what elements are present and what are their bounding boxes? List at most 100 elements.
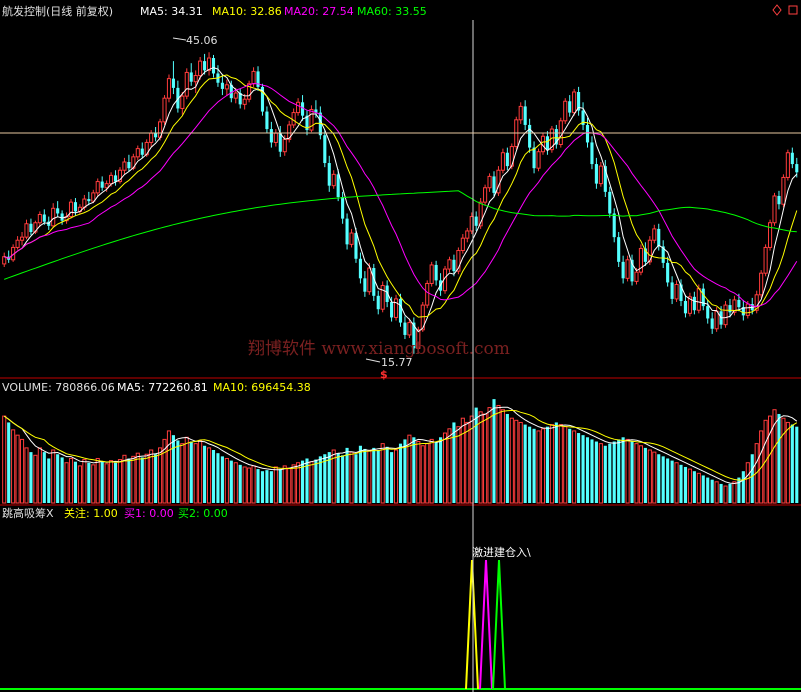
volume-bar-up	[109, 460, 114, 504]
candle-body-up	[723, 304, 728, 326]
volume-bar-down	[127, 458, 131, 503]
candle-body-down	[300, 102, 305, 116]
candle-body-down	[323, 135, 327, 164]
volume-bar-up	[781, 417, 786, 504]
volume-bar-down	[657, 454, 661, 503]
candle-body-up	[135, 148, 140, 158]
volume-bar-up	[652, 451, 657, 504]
volume-bar-down	[590, 439, 594, 503]
candle-body-up	[51, 207, 56, 227]
volume-bar-up	[251, 465, 256, 504]
volume-bar-down	[73, 461, 78, 503]
candle-body-down	[398, 298, 403, 323]
volume-bar-up	[77, 465, 82, 504]
candle-body-up	[425, 282, 430, 306]
candle-body-up	[460, 237, 465, 252]
indicator-spike-3	[492, 559, 506, 690]
indicator-panel[interactable]	[0, 559, 801, 690]
candle-body-up	[536, 151, 541, 169]
volume-bar-down	[269, 471, 273, 503]
volume-bar-up	[247, 467, 252, 504]
candle-body-down	[42, 214, 46, 222]
candle-body-down	[265, 111, 269, 130]
volume-bar-down	[452, 422, 456, 503]
volume-bar-down	[670, 460, 674, 503]
candle-body-down	[710, 318, 714, 329]
volume-bar-up	[2, 415, 7, 504]
candle-body-down	[354, 233, 358, 259]
candle-body-up	[273, 132, 278, 143]
volume-bar-down	[403, 439, 407, 503]
indicator-spike-2	[479, 559, 493, 690]
volume-bar-down	[683, 466, 688, 503]
candle-body-up	[634, 271, 639, 282]
candle-body-up	[625, 259, 630, 279]
volume-bar-up	[514, 419, 519, 504]
candle-body-up	[349, 232, 354, 245]
volume-bar-up	[598, 443, 603, 504]
volume-bar-up	[131, 455, 136, 504]
candle-body-up	[104, 183, 109, 189]
candle-body-down	[189, 72, 193, 82]
candle-body-down	[56, 208, 60, 214]
volume-bar-up	[206, 447, 212, 504]
low-flag-icon: $	[380, 368, 388, 381]
candle-body-up	[296, 101, 301, 114]
volume-bar-up	[732, 481, 737, 504]
ma10-line	[4, 74, 798, 318]
candle-body-up	[166, 78, 172, 99]
candle-body-down	[666, 262, 670, 283]
diamond-icon[interactable]	[772, 4, 782, 16]
square-icon[interactable]	[788, 5, 798, 15]
volume-bar-up	[242, 466, 247, 504]
volume-bar-up	[456, 426, 461, 504]
volume-bar-down	[701, 475, 705, 503]
candle-body-up	[487, 175, 492, 189]
volume-bar-up	[572, 430, 577, 504]
candle-body-down	[621, 261, 625, 279]
volume-bar-up	[91, 464, 96, 504]
volume-panel[interactable]	[2, 399, 799, 504]
candle-body-down	[113, 175, 118, 182]
candle-body-down	[737, 299, 741, 308]
volume-bar-down	[385, 446, 389, 503]
candle-body-down	[523, 106, 527, 125]
candle-body-up	[2, 256, 7, 265]
volume-bar-down	[260, 471, 265, 503]
candle-body-up	[763, 246, 768, 274]
volume-bar-down	[661, 456, 665, 503]
candle-body-down	[363, 278, 367, 292]
indicator-buy1-label: 买1: 0.00	[124, 507, 174, 520]
candle-body-up	[483, 187, 488, 203]
candle-body-up	[68, 201, 74, 218]
volume-bar-down	[314, 459, 318, 503]
volume-bar-down	[336, 453, 340, 503]
volume-bar-up	[144, 453, 149, 504]
volume-bar-down	[621, 437, 625, 503]
volume-bar-down	[354, 454, 358, 503]
volume-bar-up	[509, 417, 514, 504]
volume-bar-down	[140, 457, 144, 503]
candle-body-up	[714, 310, 719, 330]
candle-body-down	[683, 300, 688, 314]
volume-bar-up	[180, 443, 185, 504]
ma20-label: MA20: 27.54	[284, 5, 354, 18]
volume-bar-up	[158, 447, 163, 504]
volume-bar-up	[309, 461, 314, 504]
volume-bar-down	[42, 452, 46, 503]
volume-bar-down	[189, 441, 193, 503]
volume-bar-up	[687, 468, 692, 504]
candle-body-up	[598, 165, 603, 185]
volume-bar-up	[518, 421, 523, 504]
candle-body-up	[696, 288, 701, 311]
candle-body-up	[193, 75, 198, 83]
volume-label: VOLUME: 780866.06	[2, 381, 115, 394]
volume-bar-up	[193, 443, 198, 504]
candle-body-down	[358, 258, 362, 279]
price-panel[interactable]	[2, 52, 799, 354]
volume-bar-up	[82, 459, 87, 504]
candle-body-down	[154, 133, 158, 138]
indicator-focus-label: 关注: 1.00	[64, 506, 118, 520]
volume-bar-down	[750, 454, 754, 503]
watermark: 翔博软件 www.xiangbosoft.com	[248, 339, 510, 359]
